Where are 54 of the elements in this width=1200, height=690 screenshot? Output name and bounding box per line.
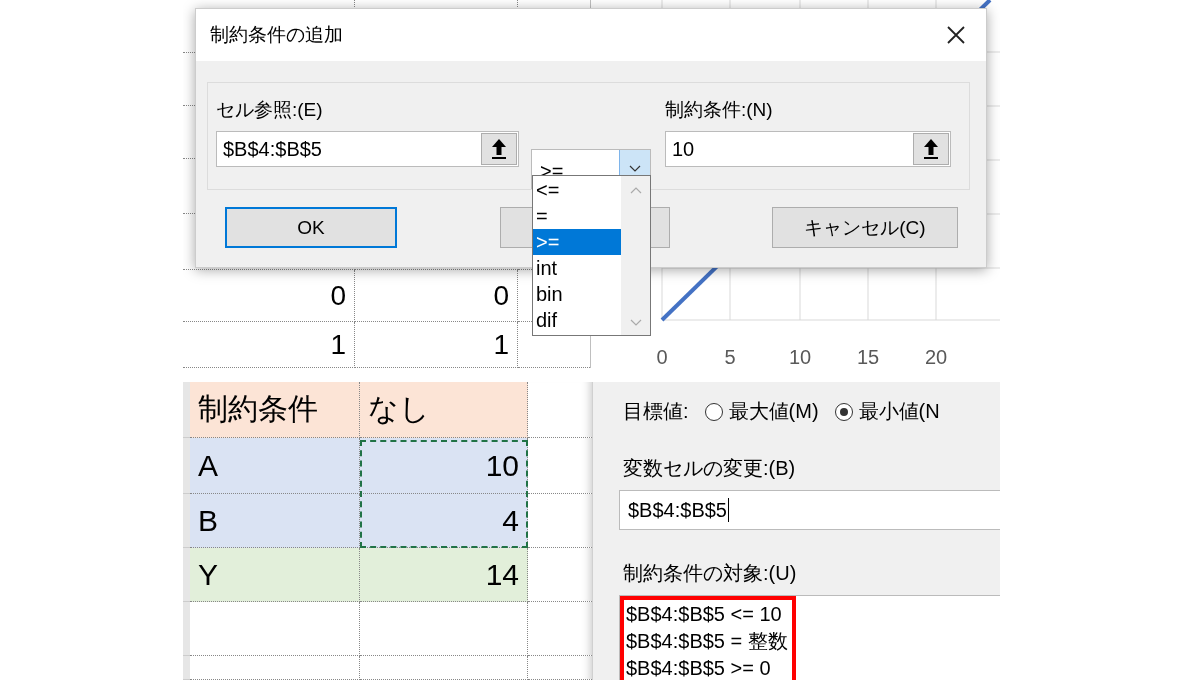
table-cell: 0 bbox=[183, 270, 355, 322]
cancel-button[interactable]: キャンセル(C) bbox=[772, 207, 958, 248]
table-cell: Y bbox=[190, 548, 360, 602]
constraint-item[interactable]: $B$4:$B$5 <= 10 bbox=[626, 601, 788, 628]
collapse-button[interactable] bbox=[481, 133, 517, 165]
constraint-field[interactable]: 10 bbox=[665, 131, 951, 167]
axis-label: 10 bbox=[788, 346, 812, 368]
field-label: 目標値: bbox=[623, 399, 689, 424]
table-cell: 4 bbox=[360, 494, 528, 548]
table-cell: 14 bbox=[360, 548, 528, 602]
ok-button[interactable]: OK bbox=[225, 207, 397, 248]
dialog-title: 制約条件の追加 bbox=[210, 23, 343, 47]
axis-label: 0 bbox=[656, 346, 668, 368]
axis-label: 15 bbox=[856, 346, 880, 368]
chevron-down-icon bbox=[629, 165, 641, 173]
up-arrow-icon bbox=[490, 138, 508, 160]
axis-label: 20 bbox=[924, 346, 948, 368]
row-header[interactable] bbox=[183, 382, 190, 438]
constraint-list[interactable]: $B$4:$B$5 <= 10 $B$4:$B$5 = 整数 $B$4:$B$5 >= 0 bbox=[619, 595, 1000, 680]
table-cell: A bbox=[190, 438, 360, 494]
up-arrow-icon bbox=[922, 138, 940, 160]
table-cell: 1 bbox=[183, 322, 355, 368]
dropdown-option[interactable]: >= bbox=[533, 229, 621, 255]
row-header[interactable] bbox=[183, 494, 190, 548]
dropdown-option[interactable]: = bbox=[533, 203, 621, 229]
row-header[interactable] bbox=[183, 656, 190, 680]
field-label: 制約条件:(N) bbox=[665, 98, 774, 122]
cell-reference-field[interactable]: $B$4:$B$5 bbox=[216, 131, 519, 167]
table-cell: 1 bbox=[355, 322, 518, 368]
axis-label: 5 bbox=[724, 346, 736, 368]
field-label: 制約条件の対象:(U) bbox=[622, 561, 798, 586]
dropdown-option[interactable]: dif bbox=[533, 307, 621, 333]
constraint-item[interactable]: $B$4:$B$5 >= 0 bbox=[626, 655, 788, 680]
radio-option[interactable]: 最小値(N bbox=[834, 398, 940, 425]
dropdown-option[interactable]: int bbox=[533, 255, 621, 281]
table-cell: なし bbox=[360, 382, 528, 438]
close-icon[interactable] bbox=[946, 25, 966, 45]
row-header[interactable] bbox=[183, 602, 190, 656]
table-cell: 0 bbox=[355, 270, 518, 322]
field-label: 変数セルの変更:(B) bbox=[622, 456, 797, 481]
dropdown-option[interactable]: bin bbox=[533, 281, 621, 307]
chevron-down-icon bbox=[629, 319, 642, 327]
constraint-item[interactable]: $B$4:$B$5 = 整数 bbox=[626, 628, 788, 655]
table-cell: 10 bbox=[360, 438, 528, 494]
variable-cells-field[interactable]: $B$4:$B$5 bbox=[619, 490, 1000, 530]
radio-option[interactable]: 最大値(M) bbox=[704, 398, 819, 425]
table-cell: B bbox=[190, 494, 360, 548]
chevron-up-icon bbox=[629, 186, 642, 194]
row-header[interactable] bbox=[183, 438, 190, 494]
field-label: セル参照:(E) bbox=[216, 98, 324, 122]
scrollbar[interactable] bbox=[621, 176, 650, 335]
collapse-button[interactable] bbox=[913, 133, 949, 165]
table-cell: 制約条件 bbox=[190, 382, 360, 438]
row-header[interactable] bbox=[183, 548, 190, 602]
